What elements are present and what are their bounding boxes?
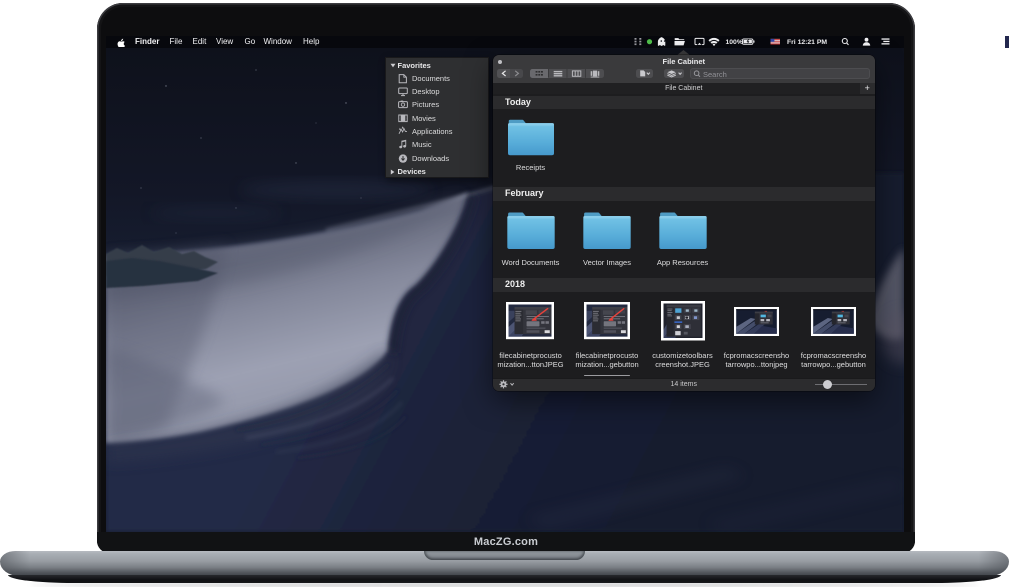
svg-text:Fri 12:21 PM: Fri 12:21 PM <box>787 39 827 46</box>
svg-text:100%: 100% <box>725 39 742 46</box>
